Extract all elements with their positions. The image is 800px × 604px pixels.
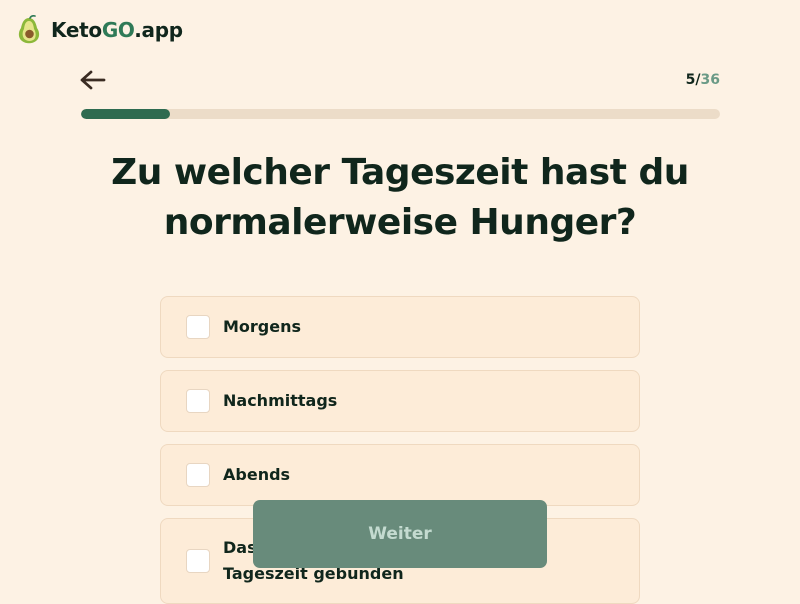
checkbox[interactable]	[186, 463, 210, 487]
logo-domain: .app	[134, 18, 183, 42]
option-nachmittags[interactable]: Nachmittags	[160, 370, 640, 432]
option-label: Nachmittags	[223, 391, 338, 410]
option-morgens[interactable]: Morgens	[160, 296, 640, 358]
logo-text: KetoGO.app	[51, 18, 183, 42]
option-abends[interactable]: Abends	[160, 444, 640, 506]
arrow-left-icon	[80, 70, 106, 90]
logo-name: Keto	[51, 18, 102, 42]
avocado-icon	[18, 15, 40, 44]
question-title: Zu welcher Tageszeit hast du normalerwei…	[80, 148, 720, 248]
step-counter: 5/36	[686, 72, 720, 88]
logo-go: GO	[101, 18, 135, 42]
question-line-1: Zu welcher Tageszeit hast du	[111, 152, 689, 193]
back-button[interactable]	[78, 66, 108, 96]
checkbox[interactable]	[186, 549, 210, 573]
checkbox[interactable]	[186, 389, 210, 413]
logo[interactable]: KetoGO.app	[15, 15, 183, 45]
step-current: 5	[685, 72, 696, 88]
progress-bar	[81, 109, 720, 119]
weiter-label: Weiter	[368, 524, 432, 544]
weiter-button[interactable]: Weiter	[253, 500, 547, 568]
checkbox[interactable]	[186, 315, 210, 339]
option-label: Morgens	[223, 317, 302, 336]
step-total: 36	[700, 72, 720, 88]
question-line-2: normalerweise Hunger?	[163, 202, 637, 243]
progress-fill	[81, 109, 170, 119]
option-label: Abends	[223, 465, 291, 484]
